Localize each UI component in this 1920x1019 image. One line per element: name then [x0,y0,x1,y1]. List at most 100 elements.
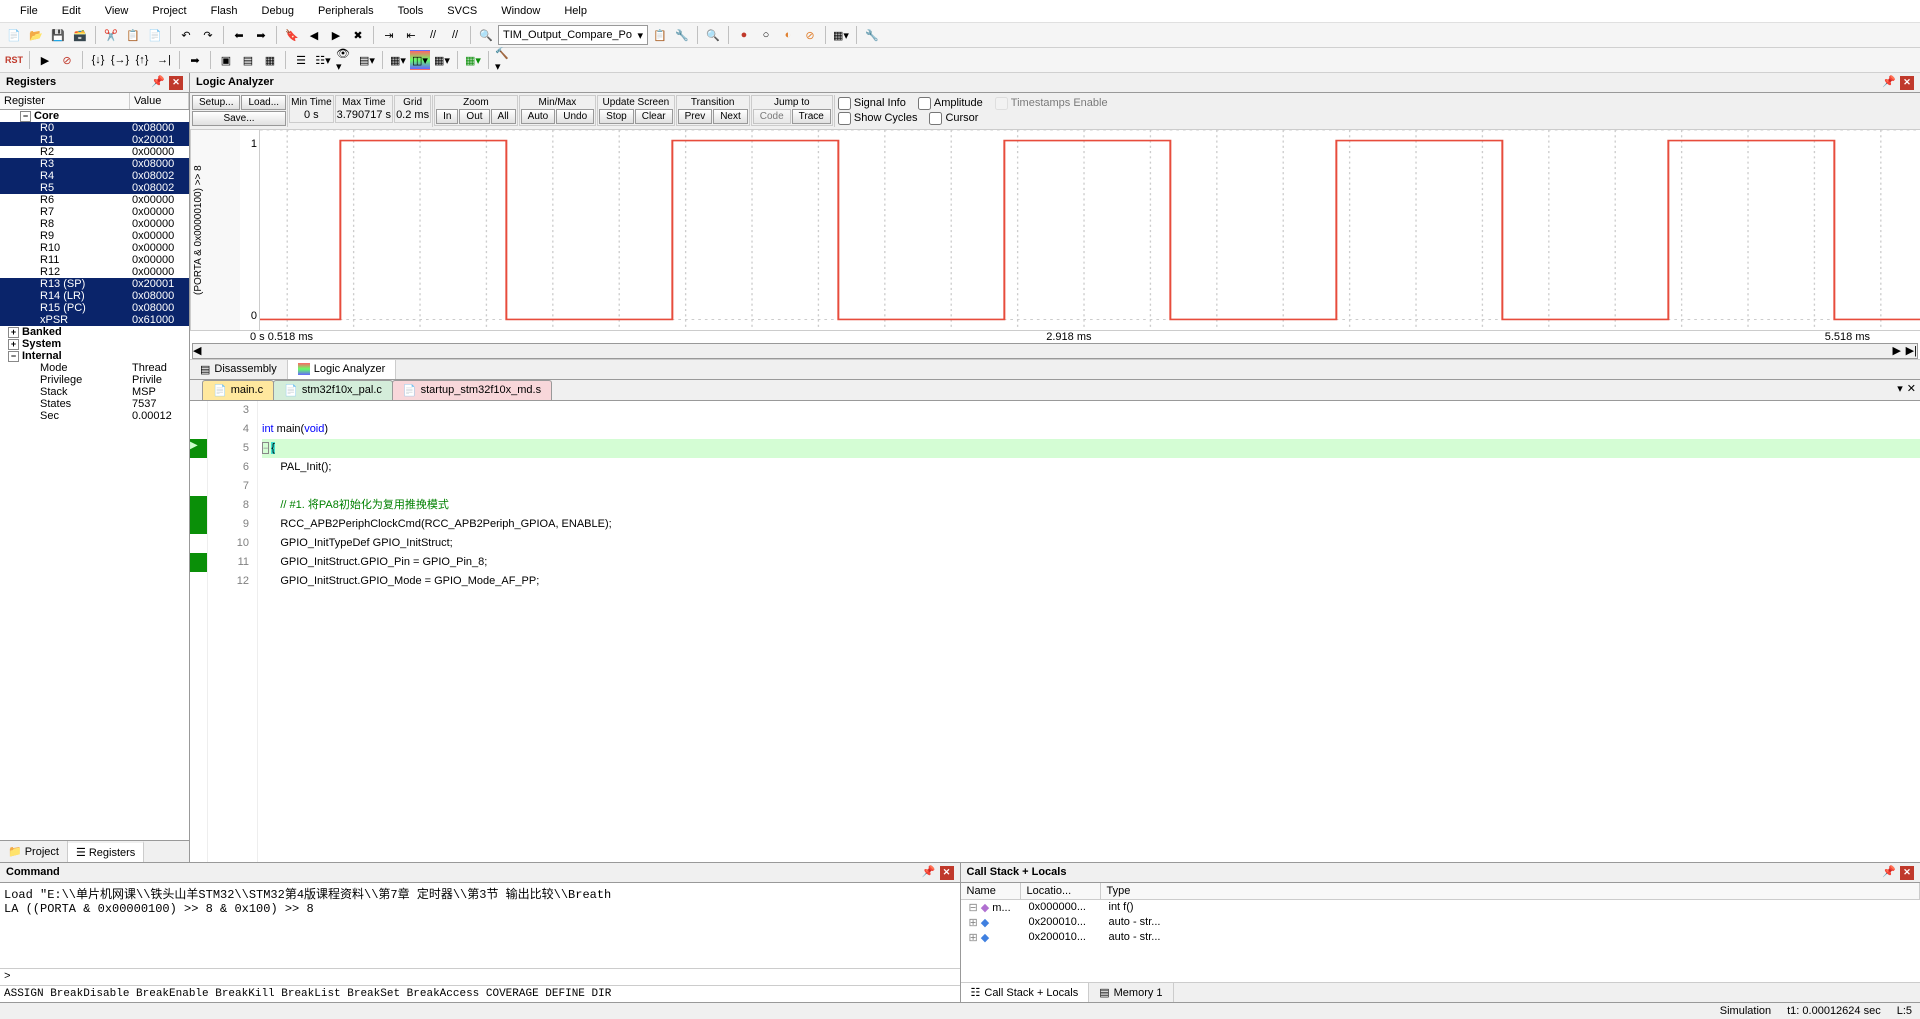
col-location[interactable]: Locatio... [1021,883,1101,899]
stop-icon[interactable]: ⊘ [57,50,77,70]
expand-icon[interactable]: + [8,327,19,338]
symbol-window-icon[interactable]: ▦ [260,50,280,70]
code-editor[interactable]: ▶ 3456789101112 int main(void)−{ PAL_Ini… [190,401,1920,863]
pin-icon[interactable]: 📌 [1882,76,1896,88]
internal-row[interactable]: Sec0.00012 [0,410,189,422]
nav-fwd-icon[interactable]: ➡ [251,25,271,45]
code-button[interactable]: Code [753,109,791,124]
menu-view[interactable]: View [93,2,141,20]
zoom-in-button[interactable]: In [436,109,458,124]
find-icon[interactable]: 🔍 [476,25,496,45]
show-next-icon[interactable]: ➡ [185,50,205,70]
step-over-icon[interactable]: {→} [110,50,130,70]
registers-window-icon[interactable]: ☰ [291,50,311,70]
indent-icon[interactable]: ⇥ [379,25,399,45]
nav-back-icon[interactable]: ⬅ [229,25,249,45]
menu-file[interactable]: File [8,2,50,20]
internal-row[interactable]: ModeThread [0,362,189,374]
tab-menu-icon[interactable]: ▾ [1897,382,1903,395]
menu-flash[interactable]: Flash [199,2,250,20]
tab-callstack[interactable]: ☷Call Stack + Locals [961,983,1090,1002]
register-row[interactable]: R60x00000 [0,194,189,206]
breakpoint-insert-icon[interactable]: ● [734,25,754,45]
redo-icon[interactable]: ↷ [198,25,218,45]
target-combo[interactable]: TIM_Output_Compare_Po▾ [498,25,648,45]
signal-info-check[interactable]: Signal Info [838,97,906,110]
save-all-icon[interactable]: 🗃️ [70,25,90,45]
clear-button[interactable]: Clear [635,109,673,124]
tab-main-c[interactable]: 📄main.c [202,380,274,400]
register-row[interactable]: R90x00000 [0,230,189,242]
register-row[interactable]: R110x00000 [0,254,189,266]
zoom-all-button[interactable]: All [491,109,516,124]
register-row[interactable]: R13 (SP)0x20001 [0,278,189,290]
internal-row[interactable]: States7537 [0,398,189,410]
bookmark-next-icon[interactable]: ▶ [326,25,346,45]
trace-button[interactable]: Trace [792,109,831,124]
menu-project[interactable]: Project [140,2,198,20]
callstack-row[interactable]: ⊞ ◆ 0x200010...auto - str... [961,930,1920,945]
callstack-row[interactable]: ⊞ ◆ 0x200010...auto - str... [961,915,1920,930]
paste-icon[interactable]: 📄 [145,25,165,45]
internal-row[interactable]: PrivilegePrivile [0,374,189,386]
tab-project[interactable]: 📁Project [0,841,68,862]
load-button[interactable]: Load... [241,95,286,110]
register-row[interactable]: R80x00000 [0,218,189,230]
menu-debug[interactable]: Debug [250,2,306,20]
bookmark-clear-icon[interactable]: ✖ [348,25,368,45]
step-out-icon[interactable]: {↑} [132,50,152,70]
cursor-check[interactable]: Cursor [929,112,978,125]
system-viewer-icon[interactable]: ▦▾ [463,50,483,70]
undo-icon[interactable]: ↶ [176,25,196,45]
close-icon[interactable]: ✕ [1900,866,1914,880]
breakpoint-kill-icon[interactable]: ⊘ [800,25,820,45]
register-row[interactable]: R20x00000 [0,146,189,158]
copy-icon[interactable]: 📋 [123,25,143,45]
options-icon[interactable]: 🔧 [672,25,692,45]
callstack-list[interactable]: ⊟ ◆ m...0x000000...int f()⊞ ◆ 0x200010..… [961,900,1920,983]
command-output[interactable]: Load "E:\\单片机网课\\铁头山羊STM32\\STM32第4版课程资料… [0,883,960,969]
watch-window-icon[interactable]: 👁▾ [335,50,355,70]
run-icon[interactable]: ▶ [35,50,55,70]
show-cycles-check[interactable]: Show Cycles [838,112,918,125]
reg-col-value[interactable]: Value [130,93,189,109]
open-file-icon[interactable]: 📂 [26,25,46,45]
menu-help[interactable]: Help [552,2,599,20]
next-button[interactable]: Next [713,109,748,124]
breakpoint-enable-icon[interactable]: ○ [756,25,776,45]
callstack-window-icon[interactable]: ☷▾ [313,50,333,70]
save-button[interactable]: Save... [192,111,286,126]
register-row[interactable]: R00x08000 [0,122,189,134]
analysis-window-icon[interactable]: ◫▾ [410,50,430,70]
outdent-icon[interactable]: ⇤ [401,25,421,45]
close-icon[interactable]: ✕ [169,76,183,90]
step-into-icon[interactable]: {↓} [88,50,108,70]
register-row[interactable]: R40x08002 [0,170,189,182]
auto-button[interactable]: Auto [521,109,556,124]
register-row[interactable]: R100x00000 [0,242,189,254]
callstack-row[interactable]: ⊟ ◆ m...0x000000...int f() [961,900,1920,915]
tab-startup-s[interactable]: 📄startup_stm32f10x_md.s [392,380,552,400]
cut-icon[interactable]: ✂️ [101,25,121,45]
trace-window-icon[interactable]: ▦▾ [432,50,452,70]
close-tab-icon[interactable]: ✕ [1907,382,1916,395]
register-row[interactable]: R120x00000 [0,266,189,278]
tab-logic-analyzer[interactable]: Logic Analyzer [288,360,397,379]
expand-icon[interactable]: + [8,339,19,350]
setup-button[interactable]: Setup... [192,95,240,110]
register-row[interactable]: R10x20001 [0,134,189,146]
uncomment-icon[interactable]: // [445,25,465,45]
reset-icon[interactable]: RST [4,50,24,70]
register-row[interactable]: xPSR0x61000 [0,314,189,326]
la-scrollbar[interactable]: ◀▶▶| [192,343,1918,359]
toolbox-icon[interactable]: 🔨▾ [494,50,514,70]
internal-row[interactable]: StackMSP [0,386,189,398]
collapse-icon[interactable]: − [8,351,19,362]
save-icon[interactable]: 💾 [48,25,68,45]
menu-tools[interactable]: Tools [386,2,436,20]
memory-window-icon[interactable]: ▤▾ [357,50,377,70]
new-file-icon[interactable]: 📄 [4,25,24,45]
pin-icon[interactable]: 📌 [151,76,165,88]
register-row[interactable]: R70x00000 [0,206,189,218]
debug-icon[interactable]: 🔍 [703,25,723,45]
